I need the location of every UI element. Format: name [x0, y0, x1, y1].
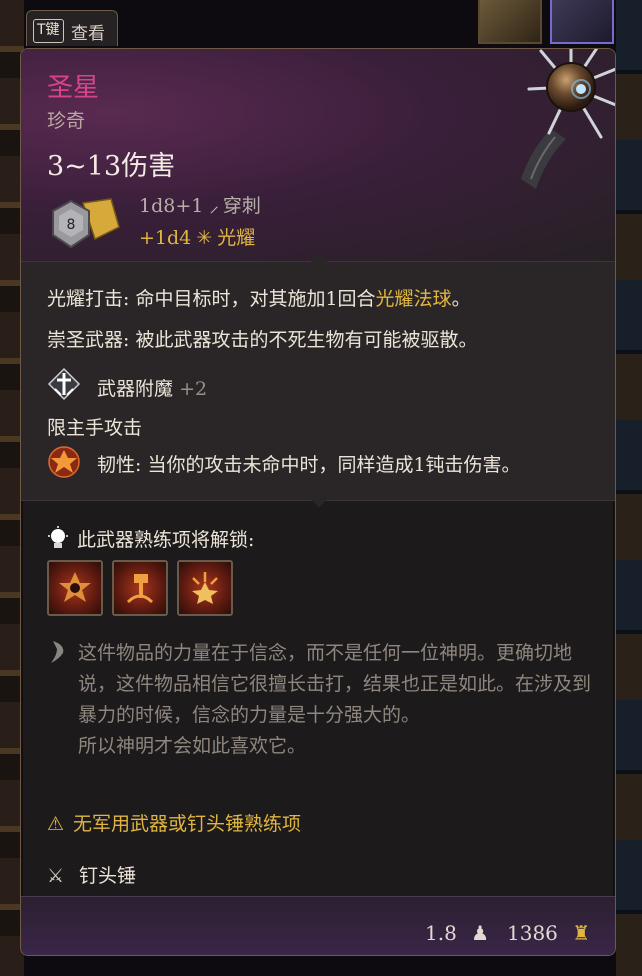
dice-badge: 8	[67, 217, 76, 233]
damage-type: 光耀	[217, 227, 256, 249]
property-text: 被此武器攻击的不死生物有可能被驱散。	[129, 329, 478, 351]
action-icon-2	[126, 574, 154, 604]
action-icon-2[interactable]	[112, 560, 168, 616]
damage-line-2: +1d4 ✳ 光耀	[139, 223, 255, 250]
proficiency-warning: ⚠ 无军用武器或钉头锤熟练项	[47, 809, 301, 836]
inspect-label: 查看	[71, 24, 105, 44]
inspect-tab[interactable]: T键 查看	[26, 10, 118, 46]
action-icon-3[interactable]	[177, 560, 233, 616]
description-paragraph: 所以神明才会如此喜欢它。	[78, 735, 307, 757]
weight-icon: ♟	[471, 921, 490, 945]
property-label: 武器附魔	[97, 378, 174, 400]
warning-text: 无军用武器或钉头锤熟练项	[73, 813, 302, 835]
property-holy-weapon: 崇圣武器: 被此武器攻击的不死生物有可能被驱散。	[47, 325, 477, 352]
damage-line-1: 1d8+1 ⸝ 穿刺	[139, 191, 261, 218]
damage-dice: 1d8+1	[139, 195, 204, 217]
gold-icon: ♜	[572, 921, 591, 945]
condition-link[interactable]: 光耀法球	[376, 288, 452, 310]
crossed-weapons-icon: ⚔	[47, 865, 65, 887]
quill-icon	[51, 641, 64, 663]
damage-type: 穿刺	[222, 195, 261, 217]
item-description: 这件物品的力量在于信念，而不是任何一位神明。更确切地说，这件物品相信它很擅长击打…	[78, 638, 598, 762]
dice-icon: 8	[52, 198, 120, 249]
property-label: 崇圣武器:	[47, 329, 130, 351]
toughness-icon	[48, 446, 80, 478]
property-radiant-strike: 光耀打击: 命中目标时，对其施加1回合光耀法球。	[47, 284, 471, 311]
action-icon-1	[59, 572, 91, 602]
morningstar-icon	[521, 49, 615, 189]
proficiency-title: 此武器熟练项将解锁:	[77, 529, 255, 551]
warning-icon: ⚠	[47, 813, 65, 835]
inventory-column-right	[616, 0, 642, 976]
property-label: 韧性:	[97, 454, 142, 476]
action-icon-3	[192, 572, 218, 604]
weight-value: 1.8	[425, 921, 457, 945]
weapon-type-label: 钉头锤	[79, 865, 137, 887]
damage-dice: +1d4	[139, 227, 192, 249]
inventory-slot[interactable]	[478, 0, 542, 44]
weapon-type: ⚔ 钉头锤	[47, 861, 136, 888]
description-paragraph: 这件物品的力量在于信念，而不是任何一位神明。更确切地说，这件物品相信它很擅长击打…	[78, 642, 592, 726]
lightbulb-icon	[48, 526, 68, 548]
radiant-icon: ✳	[196, 227, 213, 249]
property-toughness: 韧性: 当你的攻击未命中时，同样造成1钝击伤害。	[97, 450, 521, 477]
enchant-icon	[47, 367, 81, 401]
weight-stat: 1.8 ♟	[425, 921, 489, 945]
property-text: 当你的攻击未命中时，同样造成1钝击伤害。	[141, 454, 521, 476]
enchant-bonus: +2	[179, 378, 208, 400]
property-text: 。	[451, 288, 471, 310]
property-enchant: 武器附魔 +2	[97, 374, 207, 401]
item-tooltip: 圣星 珍奇 3~13伤害 8 1d8+1 ⸝ 穿刺 +1d4 ✳ 光耀 光耀打击: 命中…	[20, 48, 616, 956]
piercing-icon: ⸝	[209, 195, 219, 217]
property-main-hand: 限主手攻击	[47, 417, 143, 439]
gold-value: 1386	[507, 921, 558, 945]
property-label: 光耀打击:	[47, 288, 130, 310]
item-name: 圣星	[47, 73, 100, 103]
keybind-badge: T键	[33, 19, 64, 43]
property-text: 命中目标时，对其施加1回合	[129, 288, 376, 310]
item-rarity: 珍奇	[47, 110, 86, 132]
damage-total: 3~13伤害	[47, 151, 176, 182]
inventory-slot[interactable]	[550, 0, 614, 44]
gold-stat: 1386 ♜	[507, 921, 590, 945]
action-icon-1[interactable]	[47, 560, 103, 616]
